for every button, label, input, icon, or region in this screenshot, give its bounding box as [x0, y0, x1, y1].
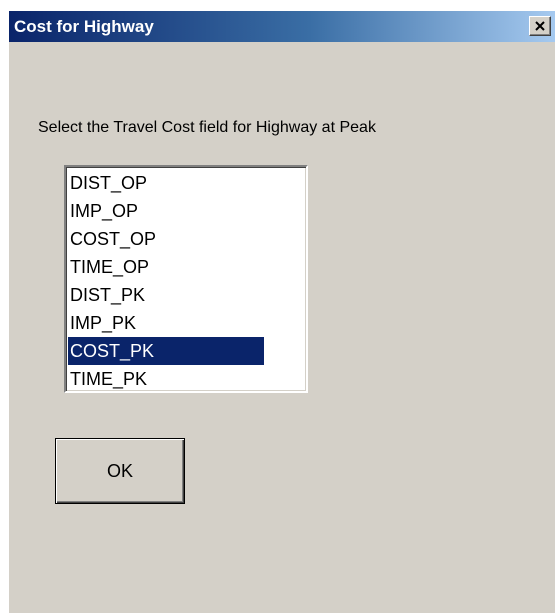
- prompt-label: Select the Travel Cost field for Highway…: [38, 119, 376, 136]
- title-bar[interactable]: Cost for Highway: [9, 11, 555, 42]
- field-listbox[interactable]: DIST_OP IMP_OP COST_OP TIME_OP DIST_PK I…: [64, 165, 308, 393]
- list-item[interactable]: DIST_PK: [68, 281, 264, 309]
- dialog-window: Cost for Highway Select the Travel Cost …: [8, 10, 555, 613]
- list-item[interactable]: IMP_OP: [68, 197, 264, 225]
- list-item[interactable]: TIME_OP: [68, 253, 264, 281]
- list-item[interactable]: IMP_PK: [68, 309, 264, 337]
- list-item[interactable]: TIME_PK: [68, 365, 264, 389]
- close-icon: [535, 21, 545, 31]
- list-item-selected[interactable]: COST_PK: [68, 337, 264, 365]
- list-item[interactable]: DIST_OP: [68, 169, 264, 197]
- close-button[interactable]: [529, 16, 551, 36]
- window-title: Cost for Highway: [14, 17, 154, 36]
- ok-button[interactable]: OK: [55, 438, 185, 504]
- list-item[interactable]: COST_OP: [68, 225, 264, 253]
- list-items: DIST_OP IMP_OP COST_OP TIME_OP DIST_PK I…: [68, 169, 264, 389]
